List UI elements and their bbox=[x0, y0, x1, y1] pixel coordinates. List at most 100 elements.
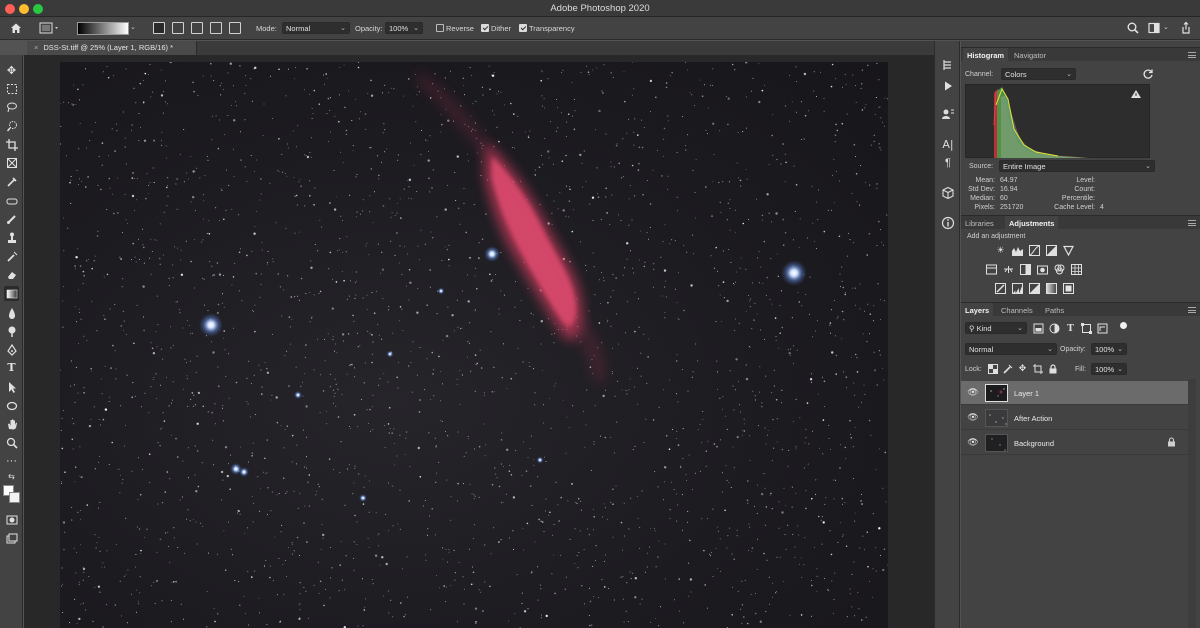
dodge-tool-icon[interactable] bbox=[4, 323, 19, 338]
radial-gradient-button[interactable] bbox=[172, 22, 184, 34]
channel-dropdown[interactable]: Colors ⌄ bbox=[1001, 68, 1076, 80]
brush-tool-icon[interactable] bbox=[4, 211, 19, 226]
crop-tool-icon[interactable] bbox=[4, 137, 19, 152]
info-icon[interactable] bbox=[940, 215, 956, 231]
panel-menu-icon[interactable] bbox=[1188, 220, 1196, 226]
character-icon[interactable]: A| bbox=[940, 136, 956, 152]
panel-menu-icon[interactable] bbox=[1188, 307, 1196, 313]
lock-transparent-pixels-icon[interactable] bbox=[987, 363, 998, 374]
document-tab[interactable]: × DSS-St.tiff @ 25% (Layer 1, RGB/16) * bbox=[27, 41, 197, 55]
actions-play-icon[interactable] bbox=[940, 78, 956, 94]
3d-icon[interactable] bbox=[940, 185, 956, 201]
chevron-down-icon[interactable]: ⌄ bbox=[1163, 23, 1177, 37]
diamond-gradient-button[interactable] bbox=[229, 22, 241, 34]
brightness-contrast-icon[interactable]: ☀ bbox=[995, 245, 1006, 256]
properties-icon[interactable] bbox=[940, 106, 956, 122]
vibrance-icon[interactable] bbox=[1063, 245, 1074, 256]
filter-toggle[interactable] bbox=[1120, 322, 1127, 329]
chevron-down-icon[interactable]: ⌄ bbox=[130, 23, 144, 37]
source-dropdown[interactable]: Entire Image ⌄ bbox=[999, 160, 1155, 172]
black-white-icon[interactable] bbox=[1020, 264, 1031, 275]
filter-smart-object-icon[interactable] bbox=[1097, 323, 1108, 334]
visibility-eye-icon[interactable]: 👁 bbox=[967, 437, 979, 449]
tab-channels[interactable]: Channels bbox=[997, 303, 1037, 317]
swap-colors-icon[interactable]: ⇆ bbox=[4, 471, 19, 481]
pen-tool-icon[interactable] bbox=[4, 342, 19, 357]
paragraph-icon[interactable]: ¶ bbox=[940, 155, 956, 171]
background-color-swatch[interactable] bbox=[9, 492, 20, 503]
type-tool-icon[interactable]: T bbox=[4, 360, 19, 375]
tab-paths[interactable]: Paths bbox=[1041, 303, 1068, 317]
hue-saturation-icon[interactable] bbox=[986, 264, 997, 275]
hand-tool-icon[interactable] bbox=[4, 416, 19, 431]
tab-navigator[interactable]: Navigator bbox=[1010, 48, 1050, 62]
frame-tool-icon[interactable] bbox=[4, 155, 19, 170]
history-icon[interactable] bbox=[940, 57, 956, 73]
linear-gradient-button[interactable] bbox=[153, 22, 165, 34]
panel-menu-icon[interactable] bbox=[1188, 52, 1196, 58]
visibility-eye-icon[interactable]: 👁 bbox=[967, 412, 979, 424]
lock-artboard-icon[interactable] bbox=[1032, 363, 1043, 374]
filter-shape-icon[interactable] bbox=[1081, 323, 1092, 334]
gradient-tool-preset-icon[interactable] bbox=[39, 21, 58, 35]
opacity-field[interactable]: 100% ⌄ bbox=[385, 22, 423, 34]
eyedropper-tool-icon[interactable] bbox=[4, 174, 19, 189]
gradient-tool-icon[interactable] bbox=[4, 286, 19, 301]
layer-opacity-field[interactable]: 100% ⌄ bbox=[1091, 343, 1127, 355]
layer-row-background[interactable]: 👁 Background bbox=[961, 431, 1188, 455]
photo-filter-icon[interactable] bbox=[1037, 264, 1048, 275]
move-tool-icon[interactable]: ✥ bbox=[4, 63, 19, 78]
invert-icon[interactable] bbox=[995, 283, 1006, 294]
quick-mask-icon[interactable] bbox=[4, 512, 19, 527]
tab-histogram[interactable]: Histogram bbox=[963, 48, 1009, 62]
healing-brush-tool-icon[interactable] bbox=[4, 193, 19, 208]
layer-row-after-action[interactable]: 👁 After Action bbox=[961, 406, 1188, 430]
visibility-eye-icon[interactable]: 👁 bbox=[967, 387, 979, 399]
layer-filter-dropdown[interactable]: ⚲ Kind ⌄ bbox=[965, 322, 1027, 334]
transparency-checkbox[interactable] bbox=[519, 24, 527, 32]
lasso-tool-icon[interactable] bbox=[4, 99, 19, 114]
curves-icon[interactable] bbox=[1029, 245, 1040, 256]
color-balance-icon[interactable] bbox=[1003, 264, 1014, 275]
eraser-tool-icon[interactable] bbox=[4, 267, 19, 282]
workspace-icon[interactable] bbox=[1147, 21, 1161, 35]
filter-type-icon[interactable]: T bbox=[1065, 323, 1076, 334]
canvas-workspace[interactable] bbox=[24, 55, 934, 628]
tab-layers[interactable]: Layers bbox=[961, 303, 994, 317]
filter-adjustment-icon[interactable] bbox=[1049, 323, 1060, 334]
share-icon[interactable] bbox=[1179, 21, 1193, 35]
lock-image-pixels-icon[interactable] bbox=[1002, 363, 1013, 374]
screen-mode-icon[interactable] bbox=[4, 531, 19, 546]
reverse-checkbox[interactable] bbox=[436, 24, 444, 32]
selective-color-icon[interactable] bbox=[1063, 283, 1074, 294]
close-icon[interactable]: × bbox=[34, 43, 38, 52]
path-selection-tool-icon[interactable] bbox=[4, 379, 19, 394]
document-canvas[interactable] bbox=[60, 62, 888, 628]
gradient-map-icon[interactable] bbox=[1046, 283, 1057, 294]
history-brush-tool-icon[interactable] bbox=[4, 249, 19, 264]
color-lookup-icon[interactable] bbox=[1071, 264, 1082, 275]
levels-icon[interactable] bbox=[1012, 245, 1023, 256]
threshold-icon[interactable] bbox=[1029, 283, 1040, 294]
filter-pixel-icon[interactable] bbox=[1033, 323, 1044, 334]
channel-mixer-icon[interactable] bbox=[1054, 264, 1065, 275]
quick-selection-tool-icon[interactable] bbox=[4, 118, 19, 133]
angle-gradient-button[interactable] bbox=[191, 22, 203, 34]
exposure-icon[interactable] bbox=[1046, 245, 1057, 256]
fill-field[interactable]: 100% ⌄ bbox=[1091, 363, 1127, 375]
dither-checkbox[interactable] bbox=[481, 24, 489, 32]
zoom-tool-icon[interactable] bbox=[4, 435, 19, 450]
more-tools-icon[interactable]: ··· bbox=[4, 453, 19, 468]
refresh-icon[interactable] bbox=[1142, 68, 1154, 80]
lock-position-icon[interactable]: ✥ bbox=[1017, 363, 1028, 374]
reflected-gradient-button[interactable] bbox=[210, 22, 222, 34]
marquee-tool-icon[interactable] bbox=[4, 81, 19, 96]
blend-mode-dropdown[interactable]: Normal ⌄ bbox=[965, 343, 1057, 355]
layer-row-layer-1[interactable]: 👁 Layer 1 bbox=[961, 381, 1188, 405]
tab-adjustments[interactable]: Adjustments bbox=[1005, 216, 1059, 230]
lock-all-icon[interactable] bbox=[1047, 363, 1058, 374]
layers-scrollbar[interactable] bbox=[1188, 379, 1196, 628]
gradient-picker[interactable] bbox=[77, 22, 129, 35]
ellipse-tool-icon[interactable] bbox=[4, 398, 19, 413]
blur-tool-icon[interactable] bbox=[4, 305, 19, 320]
